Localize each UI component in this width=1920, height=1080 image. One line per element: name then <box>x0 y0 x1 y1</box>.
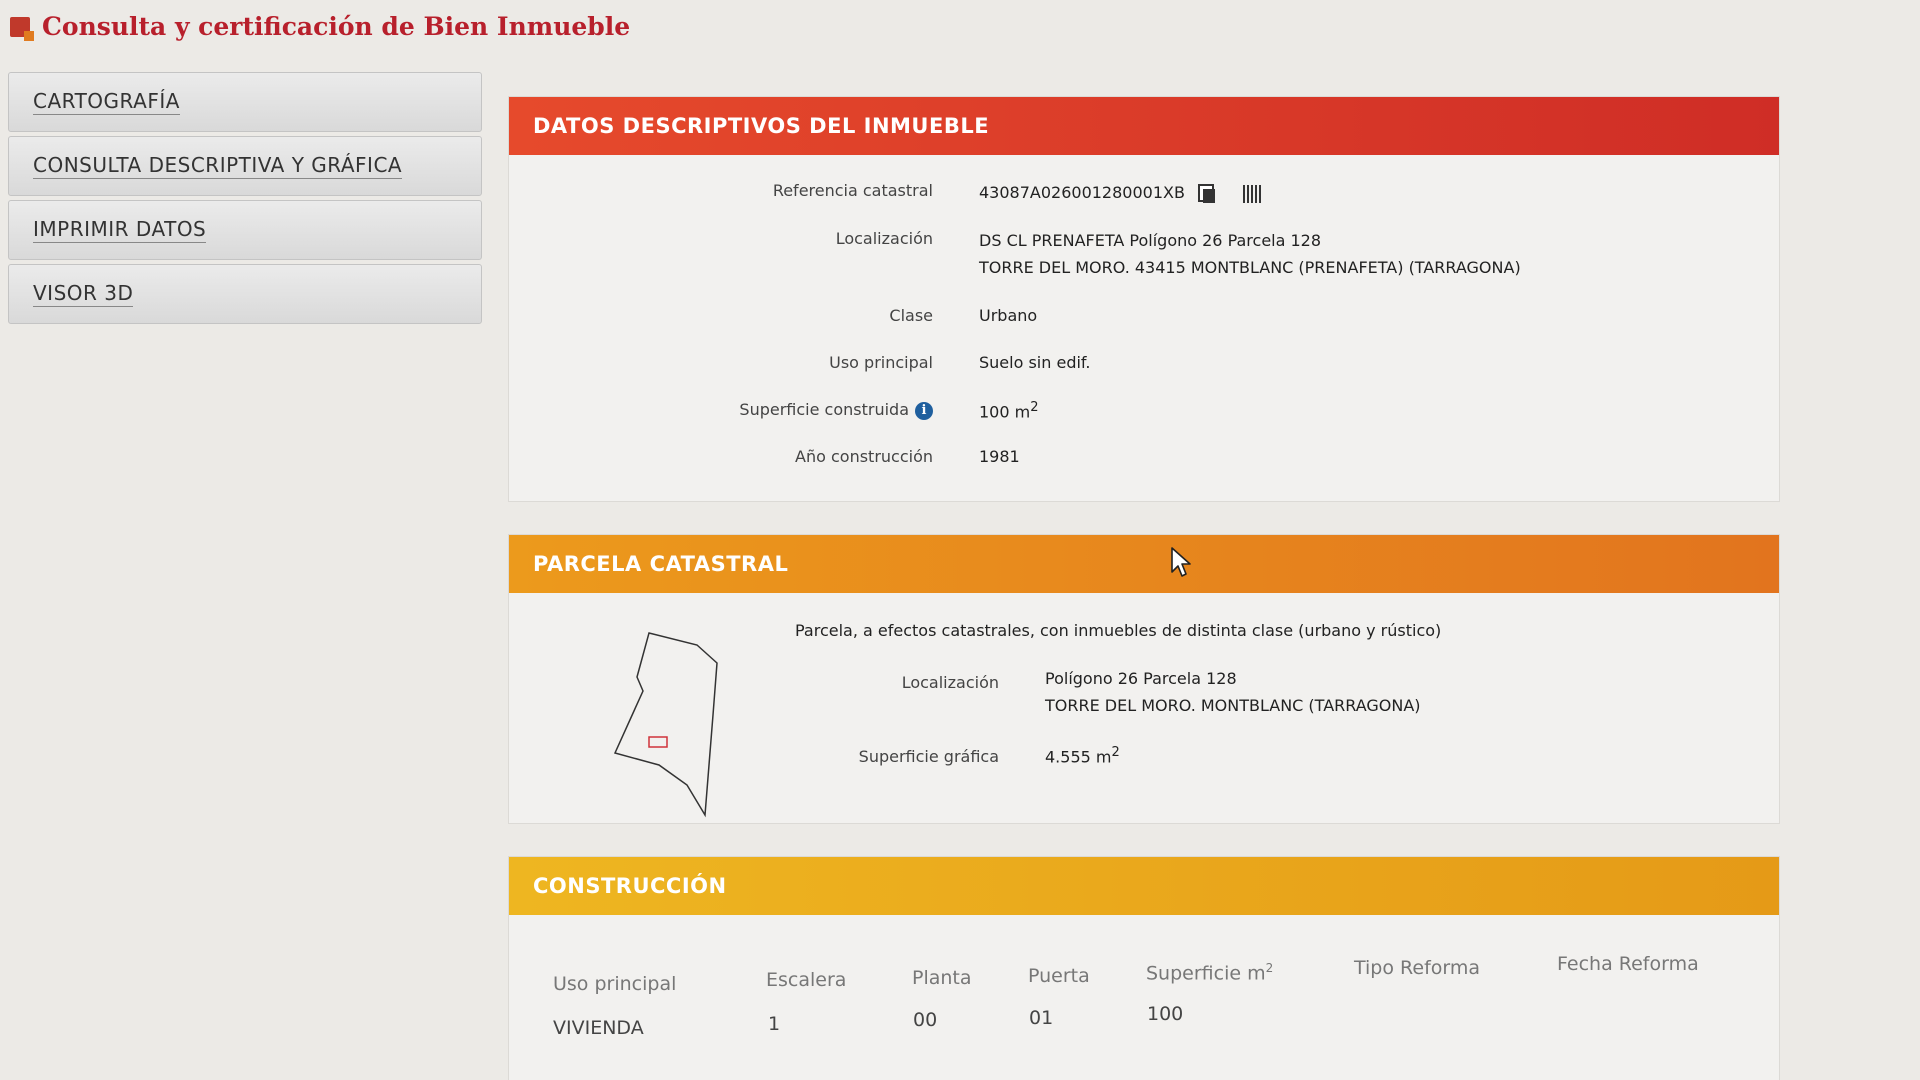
column-header-superficie-text: Superficie m <box>1146 962 1266 985</box>
page: Consulta y certificación de Bien Inmuebl… <box>0 0 1920 1080</box>
referencia-label: Referencia catastral <box>772 181 933 200</box>
sidebar: CARTOGRAFÍA CONSULTA DESCRIPTIVA Y GRÁFI… <box>8 72 482 328</box>
clase-value: Urbano <box>979 306 1038 325</box>
localizacion-line1: DS CL PRENAFETA Polígono 26 Parcela 128 <box>979 231 1322 250</box>
parcela-localizacion-label: Localización <box>901 673 999 692</box>
page-title: Consulta y certificación de Bien Inmuebl… <box>10 12 630 41</box>
superficie-grafica-value: 4.555 m <box>1045 747 1112 767</box>
clase-label: Clase <box>889 306 933 325</box>
sidebar-item-consulta-descriptiva[interactable]: CONSULTA DESCRIPTIVA Y GRÁFICA <box>8 136 482 196</box>
superficie-grafica-unit-sup: 2 <box>1111 745 1120 760</box>
superficie-unit-sup: 2 <box>1030 400 1039 415</box>
sidebar-item-label: CONSULTA DESCRIPTIVA Y GRÁFICA <box>33 153 403 179</box>
mouse-cursor-icon <box>1171 547 1191 577</box>
column-header-planta: Planta <box>912 967 972 989</box>
building-marker <box>648 736 668 748</box>
ano-construccion-label: Año construcción <box>795 447 933 466</box>
ano-construccion-value: 1981 <box>979 447 1020 466</box>
referencia-value-group: 43087A026001280001XB <box>979 183 1264 204</box>
superficie-grafica-label: Superficie gráfica <box>858 747 999 766</box>
localizacion-label: Localización <box>835 229 933 248</box>
column-header-uso: Uso principal <box>553 973 677 995</box>
sidebar-item-visor-3d[interactable]: VISOR 3D <box>8 264 482 324</box>
construccion-panel: CONSTRUCCIÓN Uso principal Escalera Plan… <box>508 856 1780 1080</box>
cell-uso: VIVIENDA <box>553 1017 644 1039</box>
parcela-catastral-header: PARCELA CATASTRAL <box>509 535 1779 593</box>
cell-planta: 00 <box>913 1009 938 1031</box>
copy-icon[interactable] <box>1198 183 1216 204</box>
page-title-text: Consulta y certificación de Bien Inmuebl… <box>42 12 631 41</box>
parcela-description: Parcela, a efectos catastrales, con inmu… <box>795 621 1442 640</box>
info-icon[interactable]: i <box>915 401 933 420</box>
superficie-construida-value: 100 m <box>979 402 1031 422</box>
sidebar-item-label: CARTOGRAFÍA <box>33 89 180 115</box>
superficie-grafica-value-group: 4.555 m2 <box>1045 745 1120 766</box>
localizacion-line2: TORRE DEL MORO. 43415 MONTBLANC (PRENAFE… <box>979 258 1521 277</box>
sidebar-item-label: VISOR 3D <box>33 281 134 307</box>
cell-escalera: 1 <box>768 1013 781 1035</box>
referencia-value: 43087A026001280001XB <box>979 183 1185 202</box>
parcela-localizacion-line2: TORRE DEL MORO. MONTBLANC (TARRAGONA) <box>1045 696 1421 715</box>
superficie-construida-label: Superficie construida <box>739 400 909 419</box>
title-logo-icon <box>10 16 34 41</box>
construccion-header: CONSTRUCCIÓN <box>509 857 1779 915</box>
column-header-fecha-reforma: Fecha Reforma <box>1557 953 1699 975</box>
column-header-tipo-reforma: Tipo Reforma <box>1354 957 1481 979</box>
parcela-catastral-panel: PARCELA CATASTRAL Parcela, a efectos cat… <box>508 534 1780 824</box>
cell-puerta: 01 <box>1029 1007 1054 1029</box>
parcel-shape-drawing[interactable] <box>609 625 739 825</box>
uso-principal-value: Suelo sin edif. <box>979 353 1091 372</box>
parcel-outline <box>613 632 718 818</box>
uso-principal-label: Uso principal <box>829 353 933 372</box>
superficie-construida-label-group: Superficie construida i <box>509 400 933 420</box>
column-header-puerta: Puerta <box>1028 965 1090 987</box>
datos-descriptivos-header: DATOS DESCRIPTIVOS DEL INMUEBLE <box>509 97 1779 155</box>
sidebar-item-label: IMPRIMIR DATOS <box>33 217 207 243</box>
sidebar-item-imprimir-datos[interactable]: IMPRIMIR DATOS <box>8 200 482 260</box>
datos-descriptivos-panel: DATOS DESCRIPTIVOS DEL INMUEBLE Referenc… <box>508 96 1780 502</box>
superficie-construida-value-group: 100 m2 <box>979 400 1039 421</box>
cell-superficie: 100 <box>1147 1003 1184 1025</box>
column-header-superficie-sup: 2 <box>1265 961 1274 975</box>
column-header-superficie: Superficie m2 <box>1146 961 1273 984</box>
barcode-icon[interactable] <box>1243 184 1264 203</box>
sidebar-item-cartografia[interactable]: CARTOGRAFÍA <box>8 72 482 132</box>
column-header-escalera: Escalera <box>766 969 847 991</box>
parcela-localizacion-line1: Polígono 26 Parcela 128 <box>1045 669 1237 688</box>
